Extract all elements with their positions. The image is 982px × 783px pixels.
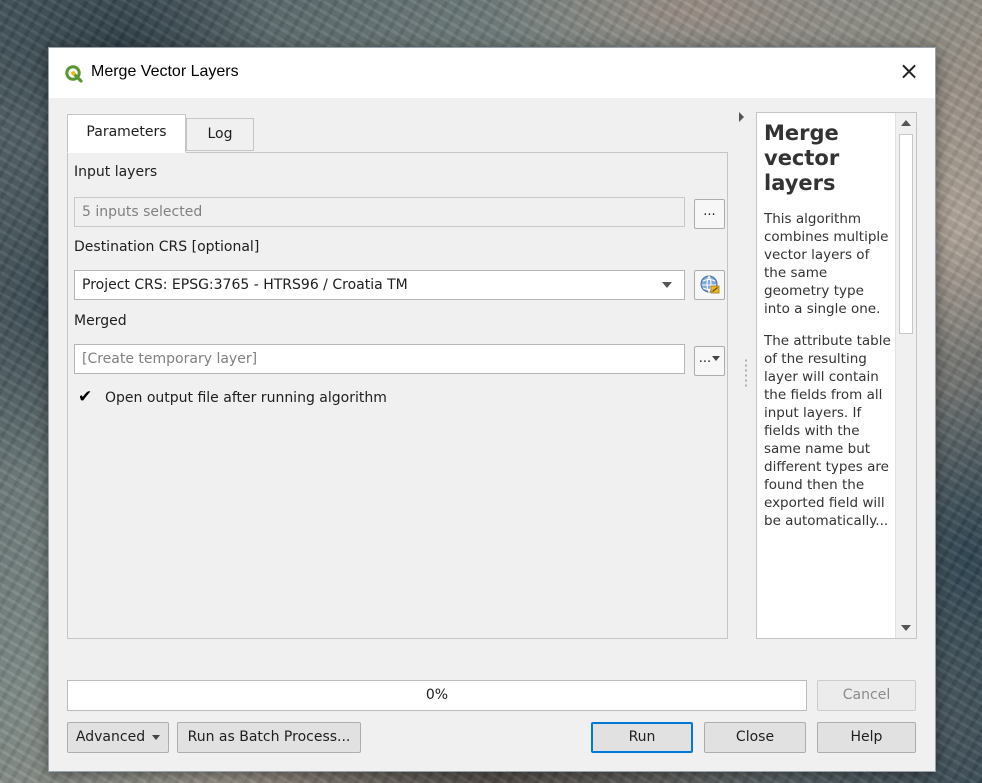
scroll-down-icon[interactable] bbox=[896, 618, 916, 638]
input-layers-field[interactable]: 5 inputs selected bbox=[74, 197, 685, 227]
progress-bar: 0% bbox=[67, 680, 807, 711]
scroll-up-icon[interactable] bbox=[896, 113, 916, 133]
scroll-thumb[interactable] bbox=[899, 134, 913, 334]
input-layers-label: Input layers bbox=[74, 164, 158, 180]
chevron-down-icon bbox=[152, 734, 161, 740]
run-batch-button[interactable]: Run as Batch Process... bbox=[177, 722, 361, 753]
cancel-button[interactable]: Cancel bbox=[817, 680, 916, 711]
close-icon[interactable]: × bbox=[897, 59, 921, 83]
chevron-down-icon bbox=[712, 356, 721, 361]
open-output-label: Open output file after running algorithm bbox=[105, 390, 387, 406]
destination-crs-select[interactable]: Project CRS: EPSG:3765 - HTRS96 / Croati… bbox=[74, 270, 685, 300]
splitter-handle[interactable] bbox=[745, 358, 747, 388]
advanced-button[interactable]: Advanced bbox=[67, 722, 169, 753]
advanced-label: Advanced bbox=[75, 729, 146, 745]
crs-selector-button[interactable] bbox=[694, 270, 725, 300]
help-content: Merge vector layers This algorithm combi… bbox=[764, 121, 892, 544]
window-title: Merge Vector Layers bbox=[91, 63, 239, 80]
open-output-checkbox[interactable]: ✔ bbox=[78, 389, 95, 406]
merged-output-field[interactable]: [Create temporary layer] bbox=[74, 344, 685, 374]
progress-text: 0% bbox=[425, 687, 449, 703]
help-pane: Merge vector layers This algorithm combi… bbox=[756, 112, 917, 639]
title-bar: Merge Vector Layers × bbox=[49, 48, 935, 98]
close-button[interactable]: Close bbox=[704, 722, 806, 753]
input-layers-browse-button[interactable]: ... bbox=[694, 199, 725, 229]
parameters-panel: Input layers 5 inputs selected ... Desti… bbox=[67, 152, 728, 639]
help-paragraph-1: This algorithm combines multiple vector … bbox=[764, 211, 889, 317]
help-paragraph-2: The attribute table of the resulting lay… bbox=[764, 333, 891, 529]
merge-vector-layers-dialog: Merge Vector Layers × Parameters Log Inp… bbox=[48, 47, 936, 772]
merged-output-menu-button[interactable]: ... bbox=[694, 346, 725, 376]
help-button[interactable]: Help bbox=[817, 722, 916, 753]
collapse-help-arrow-icon[interactable] bbox=[739, 112, 744, 122]
ellipsis-label: ... bbox=[698, 351, 712, 366]
help-scrollbar[interactable] bbox=[895, 113, 916, 638]
destination-crs-label: Destination CRS [optional] bbox=[74, 239, 260, 255]
help-title: Merge vector layers bbox=[764, 121, 840, 195]
run-button[interactable]: Run bbox=[591, 722, 693, 753]
tab-parameters[interactable]: Parameters bbox=[67, 114, 186, 153]
destination-crs-value: Project CRS: EPSG:3765 - HTRS96 / Croati… bbox=[82, 277, 408, 293]
chevron-down-icon bbox=[662, 282, 672, 288]
crs-globe-icon bbox=[700, 275, 719, 294]
tab-log[interactable]: Log bbox=[186, 118, 254, 151]
merged-label: Merged bbox=[74, 313, 127, 329]
qgis-logo-icon bbox=[65, 65, 83, 83]
